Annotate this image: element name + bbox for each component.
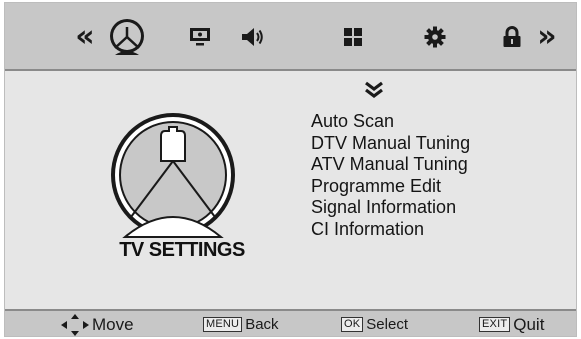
speaker-icon [242, 28, 263, 46]
help-bar: Move MENU Back OK Select EXIT Quit [5, 309, 576, 336]
tv-menu-screen: « » TV SETTINGS Auto Scan DTV Manual Tun… [4, 2, 577, 337]
menu-item-ci-information[interactable]: CI Information [311, 219, 470, 241]
back-label: Back [245, 316, 279, 333]
back-hint[interactable]: MENU Back [203, 311, 279, 338]
menu-item-programme-edit[interactable]: Programme Edit [311, 176, 470, 198]
move-arrows-icon [61, 313, 89, 336]
exit-key-badge: EXIT [479, 317, 511, 332]
menu-item-signal-information[interactable]: Signal Information [311, 197, 470, 219]
satellite-dish-icon [111, 113, 235, 238]
tab-channel-grid[interactable] [338, 3, 368, 71]
select-label: Select [366, 316, 408, 333]
section-title: TV SETTINGS [119, 239, 245, 261]
ok-key-badge: OK [341, 317, 364, 332]
quit-hint[interactable]: EXIT Quit [479, 311, 544, 338]
satellite-dish-icon [110, 19, 144, 55]
tab-lock[interactable] [497, 3, 527, 71]
tab-settings[interactable] [420, 3, 450, 71]
menu-key-badge: MENU [203, 317, 243, 332]
next-category-arrow-icon[interactable]: » [529, 3, 565, 71]
prev-arrow-glyph: « [75, 19, 95, 54]
select-hint[interactable]: OK Select [341, 311, 408, 338]
menu-item-auto-scan[interactable]: Auto Scan [311, 111, 470, 133]
move-hint: Move [61, 311, 134, 338]
tab-satellite-dish[interactable] [105, 3, 149, 71]
menu-item-atv-manual-tuning[interactable]: ATV Manual Tuning [311, 154, 470, 176]
move-label: Move [92, 314, 134, 334]
tab-picture[interactable] [185, 3, 215, 71]
chevron-down-icon [365, 81, 383, 98]
grid-icon [344, 28, 362, 46]
tab-sound[interactable] [237, 3, 267, 71]
menu-item-dtv-manual-tuning[interactable]: DTV Manual Tuning [311, 133, 470, 155]
lock-icon [503, 26, 521, 47]
quit-label: Quit [513, 314, 545, 334]
settings-menu-list: Auto Scan DTV Manual Tuning ATV Manual T… [311, 111, 470, 240]
next-arrow-glyph: » [537, 19, 557, 54]
picture-monitor-icon [190, 28, 210, 46]
menu-panel: TV SETTINGS Auto Scan DTV Manual Tuning … [5, 73, 576, 309]
gear-icon [424, 26, 446, 48]
category-bar: « » [5, 3, 576, 71]
prev-category-arrow-icon[interactable]: « [67, 3, 103, 71]
